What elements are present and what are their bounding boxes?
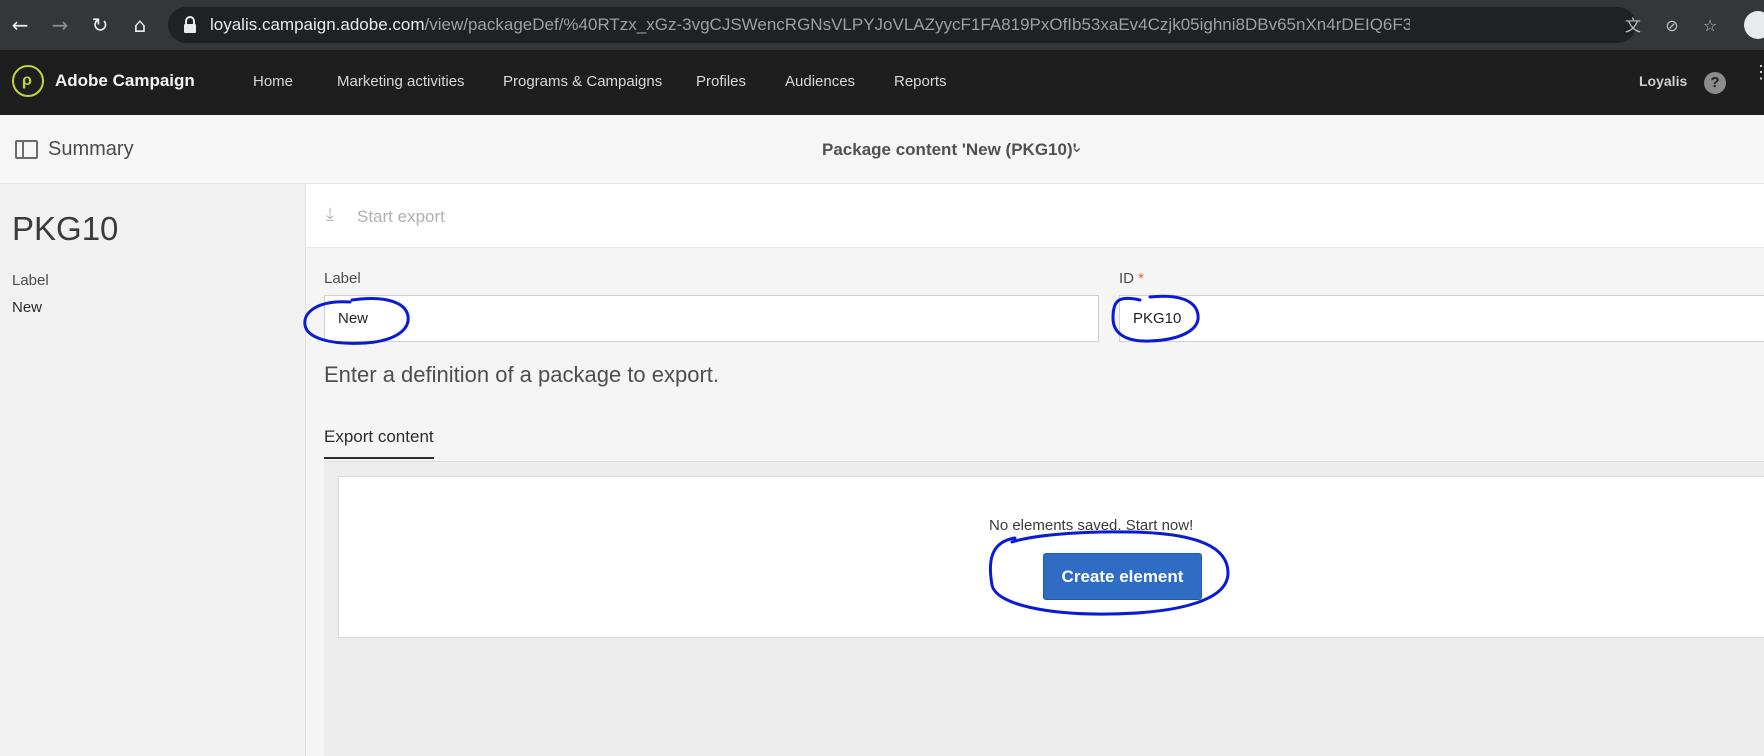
- nav-profiles[interactable]: Profiles: [696, 73, 746, 90]
- tab-export-content[interactable]: Export content: [324, 427, 434, 459]
- brand-name[interactable]: Adobe Campaign: [55, 71, 195, 91]
- address-bar[interactable]: loyalis.campaign.adobe.com/view/packageD…: [168, 7, 1717, 43]
- start-export-button[interactable]: Start export: [357, 207, 445, 227]
- summary-toggle[interactable]: Summary: [48, 138, 134, 161]
- url-text: loyalis.campaign.adobe.com/view/packageD…: [210, 15, 1410, 34]
- profile-avatar[interactable]: [1744, 11, 1764, 39]
- empty-state-message: No elements saved. Start now!: [989, 517, 1194, 534]
- id-input[interactable]: PKG10: [1119, 295, 1764, 342]
- translate-icon[interactable]: ⽂: [1622, 15, 1644, 37]
- download-icon: ⤓: [326, 204, 334, 225]
- create-element-button[interactable]: Create element: [1043, 553, 1202, 600]
- required-marker: *: [1138, 270, 1145, 287]
- summary-panel-icon[interactable]: [15, 140, 38, 159]
- id-field-caption: ID *: [1119, 270, 1145, 287]
- package-form: Label New ID * PKG10 Enter a definition …: [306, 248, 1764, 756]
- user-menu[interactable]: Loyalis: [1639, 73, 1687, 89]
- nav-marketing-activities[interactable]: Marketing activities: [337, 73, 465, 90]
- chevron-down-icon[interactable]: ⌄: [1070, 137, 1083, 156]
- nav-reports[interactable]: Reports: [894, 73, 947, 90]
- more-menu-icon[interactable]: ⋮: [1752, 63, 1764, 81]
- app-header: ρ Adobe Campaign Home Marketing activiti…: [0, 50, 1764, 115]
- empty-state-card: No elements saved. Start now! Create ele…: [338, 476, 1764, 638]
- star-icon[interactable]: ☆: [1699, 15, 1721, 37]
- reload-icon[interactable]: ↻: [85, 10, 115, 40]
- nav-programs-campaigns[interactable]: Programs & Campaigns: [503, 73, 662, 90]
- nav-audiences[interactable]: Audiences: [785, 73, 855, 90]
- summary-panel: PKG10 Label New: [0, 184, 306, 756]
- label-input-value: New: [338, 310, 369, 327]
- export-content-panel: No elements saved. Start now! Create ele…: [324, 461, 1764, 756]
- adobe-campaign-logo-icon[interactable]: ρ: [12, 65, 44, 97]
- summary-label-value: New: [12, 299, 43, 316]
- label-field-caption: Label: [324, 270, 361, 287]
- page-subheader: Summary Package content 'New (PKG10)' ⌄: [0, 115, 1764, 184]
- home-icon[interactable]: ⌂: [125, 10, 155, 40]
- summary-label-caption: Label: [12, 272, 49, 289]
- eye-off-icon[interactable]: ⊘: [1661, 15, 1683, 37]
- action-toolbar: ⤓ Start export: [306, 184, 1764, 248]
- page-title[interactable]: Package content 'New (PKG10)': [822, 140, 1077, 160]
- package-id-heading: PKG10: [12, 210, 119, 247]
- forward-arrow-icon[interactable]: →: [45, 10, 75, 40]
- back-arrow-icon[interactable]: ←: [5, 10, 35, 40]
- browser-toolbar: ← → ↻ ⌂ loyalis.campaign.adobe.com/view/…: [0, 0, 1764, 50]
- nav-home[interactable]: Home: [253, 73, 293, 90]
- label-input[interactable]: New: [324, 295, 1099, 342]
- id-input-value: PKG10: [1133, 310, 1182, 327]
- help-icon[interactable]: ?: [1704, 72, 1726, 94]
- main-content: ⤓ Start export Label New ID * PKG10 Ente…: [306, 184, 1764, 756]
- form-hint-text: Enter a definition of a package to expor…: [324, 362, 720, 387]
- lock-icon: [184, 16, 196, 33]
